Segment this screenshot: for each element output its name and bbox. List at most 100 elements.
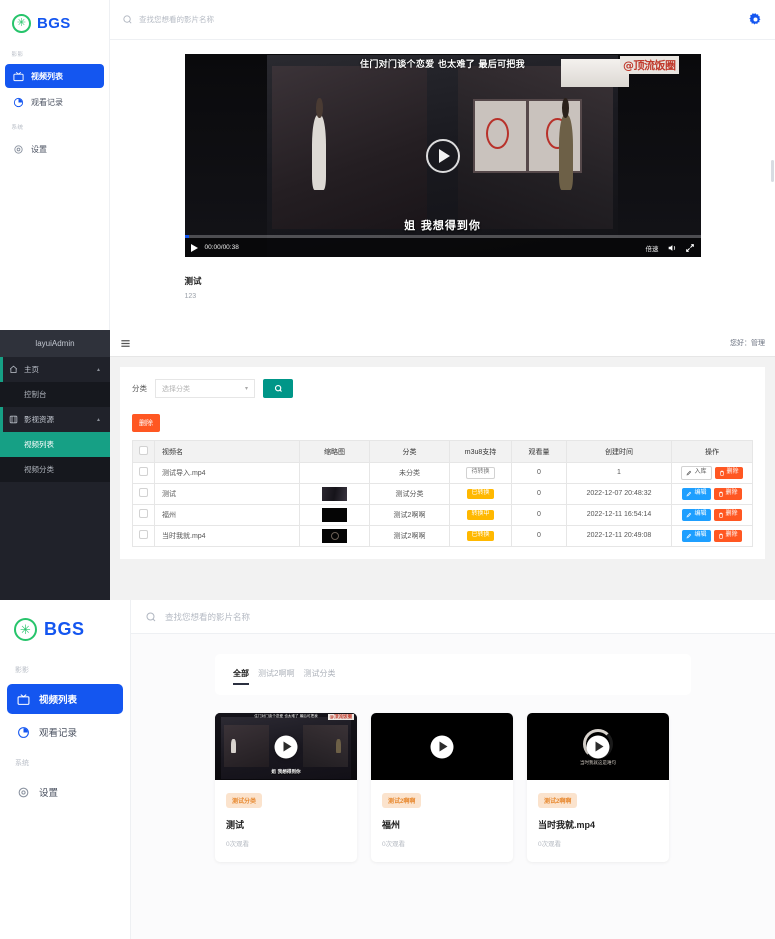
admin-submenu-label: 控制台 <box>24 390 47 399</box>
admin-menu-film-resource[interactable]: 影视资源 ▲ <box>0 407 110 432</box>
edit-button[interactable]: 编辑 <box>682 508 711 521</box>
cell-m3u8: 已转换 <box>449 524 512 547</box>
cell-thumbnail <box>299 462 370 484</box>
row-checkbox-cell[interactable] <box>132 462 155 484</box>
trash-icon <box>718 491 723 497</box>
delete-button[interactable]: 删除 <box>713 529 742 542</box>
admin-menu-label: 影视资源 <box>24 415 54 424</box>
sidebar-item-watch-history[interactable]: 观看记录 <box>5 90 104 114</box>
column-select-all[interactable] <box>132 440 155 463</box>
layui-admin-panel: layuiAdmin 主页 ▲ 控制台 影视资源 ▲ 视频列表 视频分类 您好：… <box>0 330 775 600</box>
column-category: 分类 <box>369 440 450 463</box>
sidebar-item-label: 观看记录 <box>39 728 78 739</box>
admin-logo: layuiAdmin <box>0 330 110 357</box>
bulk-delete-button[interactable]: 删除 <box>132 414 160 432</box>
cell-m3u8: 转换中 <box>449 503 512 526</box>
card-views: 0次观看 <box>382 841 406 848</box>
cell-actions: 编辑 删除 <box>671 503 753 526</box>
trash-icon <box>718 533 723 539</box>
sidebar-item-watch-history[interactable]: 观看记录 <box>7 717 123 747</box>
sidebar-item-settings[interactable]: 设置 <box>7 777 123 807</box>
player-speed-label[interactable]: 倍速 <box>646 243 659 253</box>
sidebar-item-video-list[interactable]: 视频列表 <box>7 684 123 714</box>
import-button[interactable]: 入库 <box>681 466 712 480</box>
column-m3u8: m3u8支持 <box>449 440 512 463</box>
delete-label: 删除 <box>725 531 738 538</box>
play-circle-icon[interactable] <box>425 138 460 173</box>
edit-button[interactable]: 编辑 <box>682 529 711 542</box>
play-icon[interactable] <box>190 243 198 252</box>
row-checkbox-cell[interactable] <box>132 482 155 505</box>
hamburger-icon[interactable] <box>120 338 131 349</box>
row-checkbox[interactable] <box>139 530 148 540</box>
edit-button[interactable]: 编辑 <box>682 487 711 500</box>
card-category-badge: 测试分类 <box>226 793 263 808</box>
card-body: 测试2啊啊 福州 0次观看 <box>371 780 513 862</box>
sidebar-item-settings[interactable]: 设置 <box>5 137 104 161</box>
card-body: 测试分类 测试 0次观看 <box>215 780 357 862</box>
clock-pie-icon <box>18 726 29 738</box>
row-checkbox-cell[interactable] <box>132 503 155 526</box>
play-circle-icon[interactable] <box>274 735 298 758</box>
frontend-grid-panel: ✳ BGS 影影 视频列表 观看记录 系统 设置 查找您想看的影片名称 全部 测… <box>0 600 775 939</box>
card-body: 测试2啊啊 当时我就.mp4 0次观看 <box>527 780 669 862</box>
category-select[interactable]: 选择分类 ▾ <box>155 379 255 398</box>
gear-icon[interactable] <box>748 12 763 27</box>
category-tabs-card: 全部 测试2啊啊 测试分类 <box>215 654 691 695</box>
admin-submenu-video-list[interactable]: 视频列表 <box>0 432 110 457</box>
screenshot-stack: ✳ BGS 影影 视频列表 观看记录 系统 设置 查找您想看的影片名称 住门对门… <box>0 0 775 939</box>
row-checkbox[interactable] <box>139 509 148 519</box>
search-button[interactable] <box>263 379 293 398</box>
table-row[interactable]: 测试 测试分类 已转换 0 2022-12-07 20:48:32 编辑 删除 <box>132 482 753 505</box>
play-circle-icon[interactable] <box>430 735 454 758</box>
cell-m3u8: 待转换 <box>449 462 512 484</box>
video-card-grid: 住门对门谈个恋爱 也太难了 最后可把我 @顶流饭圈 姐 我想得到你 测试分类 测… <box>215 713 691 862</box>
delete-button[interactable]: 删除 <box>713 508 742 521</box>
card-views: 0次观看 <box>538 841 562 848</box>
category-select-value: 选择分类 <box>162 385 190 393</box>
column-actions: 操作 <box>671 440 753 463</box>
delete-button[interactable]: 删除 <box>713 487 742 500</box>
select-all-checkbox[interactable] <box>139 446 148 455</box>
cell-views: 0 <box>511 503 567 526</box>
chevron-up-icon: ▲ <box>96 366 101 373</box>
panel1-sidebar: ✳ BGS 影影 视频列表 观看记录 系统 设置 <box>0 0 110 330</box>
panel3-content: 全部 测试2啊啊 测试分类 住门对门谈个恋爱 也太难了 最后可把我 @顶流饭圈 <box>131 634 775 939</box>
tab-category-2[interactable]: 测试2啊啊 <box>258 668 294 685</box>
volume-icon[interactable] <box>667 243 677 253</box>
row-checkbox-cell[interactable] <box>132 524 155 547</box>
row-checkbox[interactable] <box>139 467 148 477</box>
player-watermark: @顶流饭圈 <box>620 56 679 74</box>
tab-category-1[interactable]: 测试分类 <box>303 668 335 685</box>
video-player[interactable]: 住门对门谈个恋爱 也太难了 最后可把我 @顶流饭圈 姐 我想得到你 00:00/… <box>184 54 701 257</box>
delete-button[interactable]: 删除 <box>714 467 743 479</box>
search-input[interactable]: 查找您想看的影片名称 <box>122 14 740 25</box>
admin-menu-home[interactable]: 主页 ▲ <box>0 357 110 382</box>
video-card[interactable]: 当时我就这是难句 测试2啊啊 当时我就.mp4 0次观看 <box>527 713 669 862</box>
panel3-main: 查找您想看的影片名称 全部 测试2啊啊 测试分类 住门对门谈个恋爱 也太难了 最… <box>131 600 775 939</box>
play-circle-icon[interactable] <box>586 735 610 758</box>
fullscreen-icon[interactable] <box>685 243 695 253</box>
table-row[interactable]: 福州 测试2啊啊 转换中 0 2022-12-11 16:54:14 编辑 删除 <box>132 503 753 526</box>
table-row[interactable]: 测试导入.mp4 未分类 待转换 0 1 入库 删除 <box>132 462 753 484</box>
brand-name: BGS <box>37 15 71 32</box>
scrollbar[interactable] <box>771 160 774 182</box>
table-row[interactable]: 当时我就.mp4 测试2啊啊 已转换 0 2022-12-11 20:49:08 <box>132 524 753 547</box>
delete-label: 删除 <box>726 469 739 475</box>
video-description: 123 <box>184 293 197 300</box>
card-thumbnail <box>371 713 513 780</box>
video-card[interactable]: 测试2啊啊 福州 0次观看 <box>371 713 513 862</box>
row-checkbox[interactable] <box>139 488 148 498</box>
cell-video-name: 测试导入.mp4 <box>154 462 300 484</box>
progress-bar[interactable] <box>184 235 701 238</box>
admin-submenu-video-category[interactable]: 视频分类 <box>0 457 110 482</box>
search-input[interactable]: 查找您想看的影片名称 <box>165 611 250 623</box>
video-card[interactable]: 住门对门谈个恋爱 也太难了 最后可把我 @顶流饭圈 姐 我想得到你 测试分类 测… <box>215 713 357 862</box>
sidebar-item-video-list[interactable]: 视频列表 <box>5 64 104 88</box>
filter-label: 分类 <box>132 384 147 393</box>
pencil-icon <box>687 470 692 476</box>
watermark-backdrop <box>560 59 629 87</box>
tab-all[interactable]: 全部 <box>233 668 249 685</box>
admin-submenu-console[interactable]: 控制台 <box>0 382 110 407</box>
panel1-topbar: 查找您想看的影片名称 <box>110 0 775 40</box>
